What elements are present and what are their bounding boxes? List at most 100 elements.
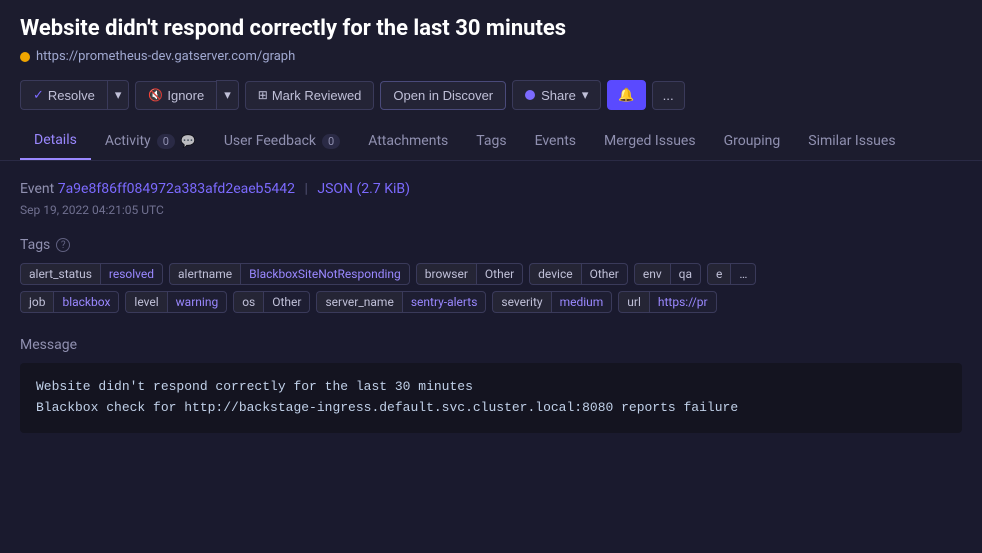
tag-value-alert-status[interactable]: resolved [100, 263, 163, 285]
tags-label: Tags ? [20, 237, 962, 253]
tag-key-device: device [529, 263, 580, 285]
tab-user-feedback[interactable]: User Feedback 0 [210, 122, 354, 160]
mark-reviewed-icon: ⊞ [258, 88, 268, 102]
tabs-nav: Details Activity 0 💬 User Feedback 0 Att… [0, 122, 982, 161]
tab-merged-issues-label: Merged Issues [604, 133, 696, 149]
bell-icon: 🔔 [618, 87, 634, 103]
tag-key-os: os [233, 291, 263, 313]
share-label: Share [541, 88, 576, 103]
tag-value-alertname[interactable]: BlackboxSiteNotResponding [240, 263, 410, 285]
tab-activity-badge: 0 [157, 134, 175, 149]
event-line: Event 7a9e8f86ff084972a383afd2eaeb5442 |… [20, 181, 962, 197]
tag-os: os Other [233, 291, 310, 313]
event-json-link[interactable]: JSON (2.7 KiB) [317, 181, 410, 197]
share-dot-icon [525, 90, 535, 100]
tab-attachments-label: Attachments [368, 133, 448, 149]
tab-attachments[interactable]: Attachments [354, 122, 462, 160]
tag-value-job[interactable]: blackbox [53, 291, 119, 313]
tag-env: env qa [634, 263, 701, 285]
more-icon: ... [663, 88, 674, 103]
tag-level: level warning [125, 291, 227, 313]
ignore-dropdown-button[interactable]: ▾ [216, 80, 239, 110]
tag-key-server-name: server_name [316, 291, 401, 313]
tag-key-level: level [125, 291, 166, 313]
message-section: Message Website didn't respond correctly… [20, 337, 962, 433]
tab-similar-issues[interactable]: Similar Issues [794, 122, 909, 160]
tag-key-browser: browser [416, 263, 476, 285]
resolve-group: ✓ Resolve ▾ [20, 80, 129, 110]
tag-value-env[interactable]: qa [670, 263, 701, 285]
tab-activity[interactable]: Activity 0 💬 [91, 122, 210, 160]
message-content: Website didn't respond correctly for the… [20, 363, 962, 433]
tag-key-alertname: alertname [169, 263, 240, 285]
tab-user-feedback-label: User Feedback [224, 133, 316, 149]
tab-tags-label: Tags [476, 133, 506, 149]
tab-tags[interactable]: Tags [462, 122, 520, 160]
check-icon: ✓ [33, 87, 44, 103]
more-button[interactable]: ... [652, 81, 685, 110]
page-url: https://prometheus-dev.gatserver.com/gra… [20, 49, 962, 64]
open-discover-label: Open in Discover [393, 88, 493, 103]
main-content: Event 7a9e8f86ff084972a383afd2eaeb5442 |… [0, 161, 982, 477]
resolve-label: Resolve [48, 88, 95, 103]
tags-label-text: Tags [20, 237, 50, 253]
tab-user-feedback-badge: 0 [322, 134, 340, 149]
url-status-dot [20, 52, 30, 62]
share-chevron-icon: ▾ [582, 87, 589, 103]
toolbar: ✓ Resolve ▾ 🔇 Ignore ▾ ⊞ Mark Reviewed O… [20, 80, 962, 122]
tag-value-server-name[interactable]: sentry-alerts [402, 291, 487, 313]
tab-events-label: Events [535, 133, 576, 149]
chevron-down-icon-2: ▾ [224, 87, 231, 103]
tag-e: e … [707, 263, 756, 285]
tag-url: url https://pr [618, 291, 716, 313]
tab-similar-issues-label: Similar Issues [808, 133, 895, 149]
page-title: Website didn't respond correctly for the… [20, 16, 962, 41]
tag-value-level[interactable]: warning [167, 291, 228, 313]
chevron-down-icon: ▾ [115, 87, 122, 103]
tag-browser: browser Other [416, 263, 523, 285]
event-hash-link[interactable]: 7a9e8f86ff084972a383afd2eaeb5442 [58, 181, 295, 197]
tag-key-url: url [618, 291, 649, 313]
bell-button[interactable]: 🔔 [607, 80, 645, 110]
tag-key-e: e [707, 263, 730, 285]
tag-key-env: env [634, 263, 670, 285]
tags-row-2: job blackbox level warning os Other serv… [20, 291, 962, 313]
resolve-button[interactable]: ✓ Resolve [20, 80, 107, 110]
event-separator: | [304, 181, 307, 197]
event-date: Sep 19, 2022 04:21:05 UTC [20, 203, 962, 217]
ignore-button[interactable]: 🔇 Ignore [135, 81, 216, 110]
url-text: https://prometheus-dev.gatserver.com/gra… [36, 49, 295, 64]
share-button[interactable]: Share ▾ [512, 80, 601, 110]
comment-icon: 💬 [181, 134, 196, 148]
tab-details-label: Details [34, 132, 77, 148]
event-label: Event [20, 181, 54, 197]
tag-value-browser[interactable]: Other [476, 263, 523, 285]
tag-severity: severity medium [492, 291, 612, 313]
tab-merged-issues[interactable]: Merged Issues [590, 122, 710, 160]
tag-value-device[interactable]: Other [581, 263, 628, 285]
tab-events[interactable]: Events [521, 122, 590, 160]
tag-alert-status: alert_status resolved [20, 263, 163, 285]
open-discover-button[interactable]: Open in Discover [380, 81, 506, 110]
tag-value-os[interactable]: Other [263, 291, 310, 313]
tag-value-e[interactable]: … [730, 263, 756, 285]
mark-reviewed-button[interactable]: ⊞ Mark Reviewed [245, 81, 375, 110]
tab-grouping-label: Grouping [724, 133, 781, 149]
tag-server-name: server_name sentry-alerts [316, 291, 486, 313]
message-label: Message [20, 337, 962, 353]
resolve-dropdown-button[interactable]: ▾ [107, 80, 130, 110]
tag-value-url[interactable]: https://pr [649, 291, 717, 313]
ignore-group: 🔇 Ignore ▾ [135, 80, 238, 110]
tag-alertname: alertname BlackboxSiteNotResponding [169, 263, 410, 285]
ignore-label: Ignore [167, 88, 204, 103]
tag-job: job blackbox [20, 291, 119, 313]
tag-device: device Other [529, 263, 628, 285]
ignore-icon: 🔇 [148, 88, 163, 102]
tags-help-icon[interactable]: ? [56, 238, 70, 252]
tag-value-severity[interactable]: medium [551, 291, 613, 313]
tab-grouping[interactable]: Grouping [710, 122, 795, 160]
page-wrapper: Website didn't respond correctly for the… [0, 0, 982, 161]
tab-details[interactable]: Details [20, 122, 91, 160]
tags-row: alert_status resolved alertname Blackbox… [20, 263, 962, 285]
tag-key-job: job [20, 291, 53, 313]
